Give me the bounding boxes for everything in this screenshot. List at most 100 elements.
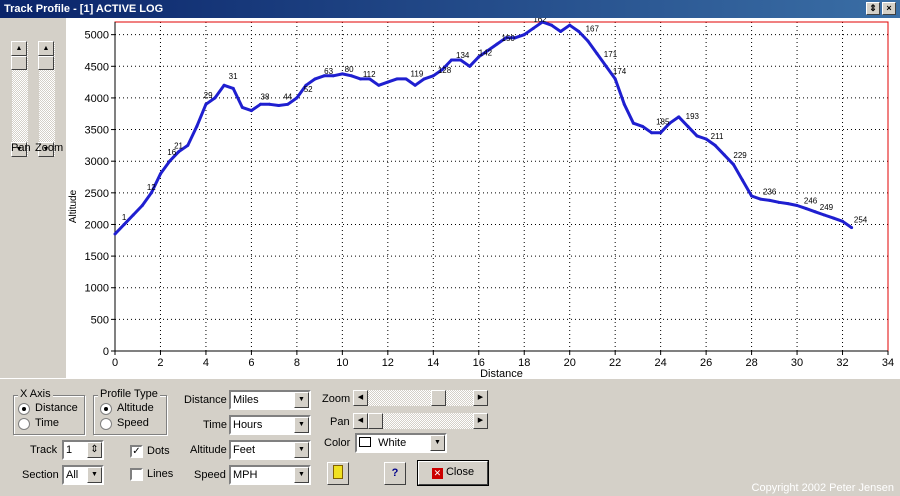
bookmark-button[interactable] [327,462,349,485]
close-button[interactable]: ✕ Close [417,460,489,486]
data-point [313,77,317,81]
zoom-scroll-thumb-h[interactable] [431,390,446,406]
x-tick-label: 20 [564,357,576,369]
zoom-left-arrow-icon[interactable]: ◀ [353,390,368,406]
restore-button[interactable]: ⇕ [866,2,880,15]
pan-vertical-scrollbar[interactable]: ▲ ▼ [11,41,28,157]
time-units-dropdown[interactable]: Hours ▼ [229,415,311,435]
x-axis-time-radio[interactable] [18,418,30,430]
copyright-text: Copyright 2002 Peter Jensen [751,482,894,494]
x-tick-label: 24 [655,357,667,369]
x-tick-label: 26 [700,357,712,369]
section-chevron-down-icon[interactable]: ▼ [87,467,102,483]
waypoint-label: 119 [411,70,424,79]
profile-speed-label: Speed [117,417,149,429]
data-point [222,83,226,87]
pan-right-arrow-icon[interactable]: ▶ [473,413,488,429]
data-point [449,58,453,62]
zoom-right-arrow-icon[interactable]: ▶ [473,390,488,406]
waypoint-label: 185 [656,118,670,127]
profile-altitude-radio[interactable] [100,403,112,415]
data-point [277,104,281,108]
data-point [713,143,717,147]
data-point [295,96,299,100]
x-tick-label: 8 [294,357,300,369]
zoom-vertical-scrollbar[interactable]: ▲ ▼ [38,41,55,157]
data-point [577,29,581,33]
data-point [686,124,690,128]
x-tick-label: 2 [157,357,163,369]
speed-chevron-down-icon[interactable]: ▼ [294,467,309,483]
x-axis-distance-radio[interactable] [18,403,30,415]
track-spin-icon[interactable]: ⇕ [87,442,102,458]
x-tick-label: 10 [336,357,348,369]
y-tick-label: 3500 [85,125,109,137]
altitude-chart: 0500100015002000250030003500400045005000… [68,15,894,380]
data-point [377,83,381,87]
data-point [204,102,208,106]
track-spinner[interactable]: 1 ⇕ [62,440,104,460]
profile-altitude-label: Altitude [117,402,154,414]
zoom-up-arrow-icon[interactable]: ▲ [38,41,54,56]
data-point [786,202,790,206]
pan-left-arrow-icon[interactable]: ◀ [353,413,368,429]
data-point [340,72,344,76]
x-tick-label: 12 [382,357,394,369]
data-point [195,124,199,128]
data-point [522,33,526,37]
chart-panel: 0 500 1000 1500 2000 2500 3000 3500 4000 4500 5000… [66,15,900,380]
y-tick-label: 1500 [85,251,109,263]
y-tick-label: 0 [103,346,109,358]
data-point [777,200,781,204]
speed-label: Speed [194,469,226,481]
time-chevron-down-icon[interactable]: ▼ [294,417,309,433]
color-chevron-down-icon[interactable]: ▼ [430,435,445,451]
x-axis-group: X Axis Distance Time [13,388,85,435]
dots-checkbox[interactable]: ✓ [130,445,143,458]
close-window-button[interactable]: × [882,2,896,15]
y-tick-label: 3000 [85,156,109,168]
pan-up-arrow-icon[interactable]: ▲ [11,41,27,56]
data-point [595,52,599,56]
data-point [759,197,763,201]
distance-units-value: Miles [233,394,259,406]
window-titlebar: Track Profile - [1] ACTIVE LOG ⇕ × [0,0,900,18]
distance-chevron-down-icon[interactable]: ▼ [294,392,309,408]
altitude-units-dropdown[interactable]: Feet ▼ [229,440,311,460]
color-dropdown[interactable]: White ▼ [355,433,447,453]
time-units-value: Hours [233,419,263,431]
zoom-horizontal-scrollbar[interactable]: ◀ ▶ [353,390,488,406]
altitude-chevron-down-icon[interactable]: ▼ [294,442,309,458]
data-point [249,109,253,113]
pan-label: Pan [11,142,31,154]
profile-speed-radio[interactable] [100,418,112,430]
y-tick-label: 2500 [85,188,109,200]
data-point [349,74,353,78]
waypoint-label: 142 [479,49,493,58]
help-button[interactable]: ? [384,462,406,485]
x-tick-label: 22 [609,357,621,369]
speed-units-dropdown[interactable]: MPH ▼ [229,465,311,485]
waypoint-label: 249 [820,203,834,212]
data-point [550,23,554,27]
lines-checkbox[interactable] [130,468,143,481]
waypoint-label: 80 [345,65,354,74]
data-point [568,23,572,27]
waypoint-label: 134 [456,51,470,60]
zoom-scroll-thumb[interactable] [38,56,54,70]
pan-horizontal-scrollbar[interactable]: ◀ ▶ [353,413,488,429]
zoom-label: Zoom [35,142,64,154]
x-tick-label: 14 [427,357,439,369]
pan-scroll-thumb-h[interactable] [368,413,383,429]
data-point [395,77,399,81]
data-point [168,159,172,163]
x-tick-label: 6 [248,357,254,369]
bookmark-icon [333,465,343,479]
distance-units-dropdown[interactable]: Miles ▼ [229,390,311,410]
data-point [750,194,754,198]
section-dropdown[interactable]: All ▼ [62,465,104,485]
x-axis-group-title: X Axis [18,388,53,400]
x-tick-label: 28 [745,357,757,369]
y-tick-label: 1000 [85,283,109,295]
pan-scroll-thumb[interactable] [11,56,27,70]
